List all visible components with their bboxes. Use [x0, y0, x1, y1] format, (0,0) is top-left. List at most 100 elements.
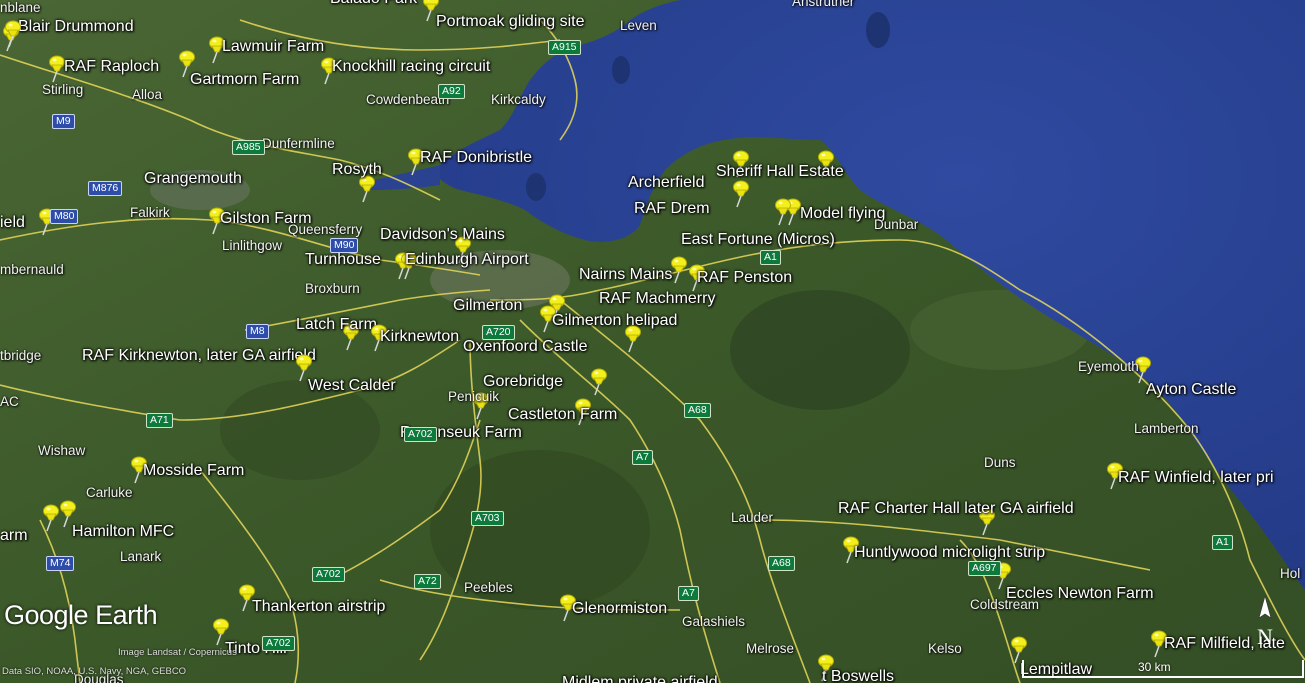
- pushpin-icon: [625, 325, 641, 353]
- placemark-label-midlem[interactable]: Midlem private airfield: [562, 674, 718, 683]
- compass-north-label: N: [1257, 624, 1273, 649]
- placemark-label-raf-penston[interactable]: RAF Penston: [697, 269, 792, 287]
- pushpin-icon: [5, 20, 21, 48]
- town-label-kelso: Kelso: [928, 641, 962, 656]
- road-shield-m90: M90: [330, 238, 359, 253]
- placemark-pin-gorebridge[interactable]: [588, 368, 608, 396]
- placemark-label-raf-raploch[interactable]: RAF Raploch: [64, 58, 159, 76]
- placemark-label-sheriff-hall[interactable]: Sheriff Hall Estate: [716, 163, 844, 181]
- town-label-cowdenbeath: Cowdenbeath: [366, 92, 450, 107]
- town-label-stirling: Stirling: [42, 82, 84, 97]
- road-shield-a1-north: A1: [760, 250, 781, 265]
- placemark-label-balado-park[interactable]: Balado Park: [330, 0, 417, 8]
- town-label-galashiels: Galashiels: [682, 614, 746, 629]
- map-view[interactable]: Blair Drummond RAF Raploch Lawmuir Farm Gar…: [0, 0, 1305, 683]
- placemark-label-raf-donibristle[interactable]: RAF Donibristle: [420, 149, 532, 167]
- road-shield-a92: A92: [438, 84, 465, 99]
- town-label-falkirk: Falkirk: [130, 205, 170, 220]
- pushpin-icon: [49, 55, 65, 83]
- town-label-dunbar: Dunbar: [874, 217, 919, 232]
- road-shield-a71: A71: [146, 413, 173, 428]
- scale-bar-label: 30 km: [1138, 660, 1171, 674]
- placemark-label-latch-farm[interactable]: Latch Farm: [296, 316, 377, 334]
- town-label-wishaw: Wishaw: [38, 443, 86, 458]
- road-shield-a985: A985: [232, 140, 265, 155]
- placemark-label-grangemouth[interactable]: Grangemouth: [144, 170, 242, 188]
- google-earth-logo: Google Earth: [4, 600, 158, 630]
- placemark-label-thankerton[interactable]: Thankerton airstrip: [252, 598, 385, 616]
- pushpin-icon: [591, 368, 607, 396]
- road-shield-a7-b: A7: [678, 586, 699, 601]
- placemark-label-raf-macmerry[interactable]: RAF Machmerry: [599, 290, 715, 308]
- town-label-leven: Leven: [620, 18, 657, 33]
- placemark-label-blair-drummond[interactable]: Blair Drummond: [18, 18, 134, 36]
- placemark-label-field-left[interactable]: ield: [0, 214, 25, 232]
- placemark-label-turnhouse[interactable]: Turnhouse: [305, 251, 381, 269]
- road-shield-a1-south: A1: [1212, 535, 1233, 550]
- town-label-lanark: Lanark: [120, 549, 162, 564]
- placemark-label-gartmorn-farm[interactable]: Gartmorn Farm: [190, 71, 299, 89]
- placemark-pin-edge-pin-left[interactable]: [2, 20, 22, 48]
- road-shield-a68-b: A68: [768, 556, 795, 571]
- placemark-pin-raf-drem[interactable]: [730, 180, 750, 208]
- town-label-melrose: Melrose: [746, 641, 795, 656]
- road-shield-m8: M8: [246, 324, 269, 339]
- town-label-coldstream: Coldstream: [970, 597, 1040, 612]
- town-label-lauder: Lauder: [731, 510, 774, 525]
- placemark-label-nairns-mains[interactable]: Nairns Mains: [579, 266, 672, 284]
- road-shield-a702-a: A702: [404, 427, 437, 442]
- placemark-label-portmoak[interactable]: Portmoak gliding site: [436, 13, 585, 31]
- town-label-carluke: Carluke: [86, 485, 133, 500]
- placemark-label-edinburgh-airport[interactable]: Edinburgh Airport: [405, 251, 529, 269]
- compass-icon[interactable]: N: [1253, 594, 1277, 650]
- imagery-credit: Image Landsat / Copernicus: [118, 647, 237, 658]
- pushpin-icon: [775, 198, 791, 226]
- placemark-label-raf-winfield[interactable]: RAF Winfield, later pri: [1118, 469, 1274, 487]
- placemark-label-archerfield[interactable]: Archerfield: [628, 174, 704, 192]
- placemark-label-model-flying[interactable]: Model flying: [800, 205, 885, 223]
- town-label-kirkcaldy: Kirkcaldy: [491, 92, 546, 107]
- placemark-label-hamilton-mfc[interactable]: Hamilton MFC: [72, 523, 174, 541]
- placemark-label-castleton-farm[interactable]: Castleton Farm: [508, 406, 617, 424]
- placemark-label-gilmerton-helipad[interactable]: Gilmerton helipad: [552, 312, 677, 330]
- placemark-label-kirknewton[interactable]: Kirknewton: [380, 328, 459, 346]
- placemark-pin-oxenfoord[interactable]: [622, 325, 642, 353]
- map-imagery: [0, 0, 1305, 683]
- placemark-pin-east-fortune[interactable]: [772, 198, 792, 226]
- pushpin-icon: [43, 504, 59, 532]
- placemark-label-rosyth[interactable]: Rosyth: [332, 161, 382, 179]
- town-label-anstruther: Anstruther: [792, 0, 855, 9]
- placemark-label-arm-left[interactable]: arm: [0, 527, 28, 545]
- road-shield-m876: M876: [88, 181, 123, 196]
- placemark-label-raf-drem[interactable]: RAF Drem: [634, 200, 710, 218]
- placemark-label-huntlywood[interactable]: Huntlywood microlight strip: [854, 544, 1045, 562]
- placemark-label-lawmuir-farm[interactable]: Lawmuir Farm: [222, 38, 324, 56]
- placemark-label-west-calder[interactable]: West Calder: [308, 377, 396, 395]
- road-shield-a72: A72: [414, 574, 441, 589]
- road-shield-m80: M80: [50, 209, 79, 224]
- pushpin-icon: [359, 175, 375, 203]
- town-label-holy: Hol: [1280, 566, 1301, 581]
- placemark-label-oxenfoord[interactable]: Oxenfoord Castle: [463, 338, 588, 356]
- data-credit: Data SIO, NOAA, U.S. Navy, NGA, GEBCO: [2, 666, 187, 677]
- road-shield-a7-a: A7: [632, 450, 653, 465]
- placemark-label-raf-kirknewton[interactable]: RAF Kirknewton, later GA airfield: [82, 347, 316, 365]
- placemark-label-davidsons-mains[interactable]: Davidson's Mains: [380, 226, 505, 244]
- road-shield-a697: A697: [968, 561, 1001, 576]
- placemark-label-knockhill[interactable]: Knockhill racing circuit: [332, 58, 490, 76]
- placemark-label-glenormiston[interactable]: Glenormiston: [572, 600, 667, 618]
- placemark-label-raf-charter-hall[interactable]: RAF Charter Hall later GA airfield: [838, 500, 1074, 518]
- placemark-label-gilmerton[interactable]: Gilmerton: [453, 297, 522, 315]
- placemark-label-st-boswells[interactable]: t Boswells: [822, 668, 894, 683]
- placemark-pin-arm-left[interactable]: [40, 504, 60, 532]
- town-label-alloa: Alloa: [132, 87, 163, 102]
- town-label-lamberton: Lamberton: [1134, 421, 1199, 436]
- placemark-pin-rosyth[interactable]: [356, 175, 376, 203]
- placemark-pin-raf-raploch[interactable]: [46, 55, 66, 83]
- town-label-dunfermline: Dunfermline: [262, 136, 335, 151]
- placemark-label-east-fortune[interactable]: East Fortune (Micros): [681, 231, 835, 249]
- placemark-label-ayton-castle[interactable]: Ayton Castle: [1146, 381, 1236, 399]
- town-label-bathgate: tbridge: [0, 348, 42, 363]
- town-label-linlithgow: Linlithgow: [222, 238, 283, 253]
- placemark-label-mosside-farm[interactable]: Mosside Farm: [143, 462, 244, 480]
